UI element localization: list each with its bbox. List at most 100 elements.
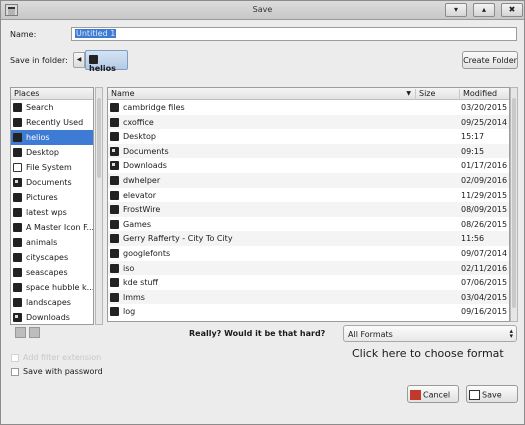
- place-recently-used[interactable]: Recently Used: [11, 115, 93, 130]
- select-arrows-icon: ▴ ▾: [509, 327, 513, 340]
- clock-icon: [13, 118, 22, 127]
- places-panel: Places Search Recently Used helios Deskt…: [10, 87, 94, 325]
- checkbox-box: [11, 353, 19, 362]
- create-folder-button[interactable]: Create Folder: [462, 51, 518, 69]
- checkbox-box: [11, 367, 19, 376]
- file-row[interactable]: kde stuff 07/06/2015: [108, 275, 509, 290]
- place-cityscapes[interactable]: cityscapes: [11, 250, 93, 265]
- folder-icon: [110, 248, 119, 258]
- file-list-scrollbar[interactable]: [510, 87, 518, 322]
- minimize-button[interactable]: ▾: [445, 3, 467, 17]
- file-row[interactable]: iso 02/11/2016: [108, 260, 509, 276]
- folder-icon: [13, 283, 22, 292]
- path-back-button[interactable]: ◀: [73, 52, 85, 68]
- name-label: Name:: [10, 30, 37, 39]
- drive-icon: [13, 163, 22, 172]
- close-button[interactable]: ✖: [501, 3, 523, 17]
- place-tools: [15, 327, 43, 340]
- save-dialog-window: Save ▾ ▴ ✖ Name: Untitled 1 Save in fold…: [0, 0, 525, 425]
- home-folder-icon: [89, 55, 98, 64]
- format-select-value: All Formats: [348, 330, 393, 339]
- filename-selected-text: Untitled 1: [75, 29, 117, 38]
- save-button[interactable]: Save: [466, 385, 518, 403]
- add-bookmark-icon[interactable]: [15, 327, 26, 338]
- places-scrollbar[interactable]: [95, 87, 103, 325]
- place-helios[interactable]: helios: [11, 130, 93, 145]
- prompt-text: Really? Would it be that hard?: [189, 329, 326, 338]
- place-documents[interactable]: Documents: [11, 175, 93, 190]
- folder-icon: [13, 298, 22, 307]
- file-row[interactable]: googlefonts 09/07/2014: [108, 246, 509, 261]
- file-row[interactable]: Downloads 01/17/2016: [108, 158, 509, 173]
- folder-icon: [110, 205, 119, 215]
- file-row[interactable]: Gerry Rafferty - City To City 11:56: [108, 231, 509, 246]
- file-row[interactable]: elevator 11/29/2015: [108, 188, 509, 203]
- home-folder-icon: [13, 133, 22, 142]
- sort-arrow-icon: ▼: [406, 90, 411, 97]
- file-list: Name ▼ Size Modified cambridge files 03/20…: [107, 87, 510, 322]
- desktop-folder-icon: [110, 132, 119, 142]
- save-in-label: Save in folder:: [10, 56, 68, 65]
- file-row[interactable]: dwhelper 02/09/2016: [108, 172, 509, 188]
- save-password-checkbox[interactable]: Save with password: [11, 367, 103, 376]
- places-scroll-thumb[interactable]: [97, 98, 101, 178]
- folder-icon: [13, 193, 22, 202]
- place-master-icon[interactable]: A Master Icon F...: [11, 220, 93, 235]
- folder-icon: [110, 117, 119, 127]
- save-icon: [469, 390, 480, 400]
- folder-icon: [110, 190, 119, 200]
- place-latest-wps[interactable]: latest wps: [11, 205, 93, 220]
- file-row[interactable]: cxoffice 09/25/2014: [108, 114, 509, 130]
- column-size[interactable]: Size: [415, 89, 459, 100]
- folder-icon: [110, 219, 119, 229]
- downloads-folder-icon: [110, 161, 119, 171]
- folder-icon: [110, 278, 119, 288]
- search-icon: [13, 103, 22, 112]
- desktop-icon: [13, 148, 22, 157]
- folder-icon: [110, 307, 119, 317]
- folder-icon: [110, 234, 119, 244]
- column-modified[interactable]: Modified: [459, 89, 509, 100]
- file-row[interactable]: Desktop 15:17: [108, 129, 509, 144]
- file-row[interactable]: Games 08/26/2015: [108, 217, 509, 232]
- place-seascapes[interactable]: seascapes: [11, 265, 93, 280]
- place-landscapes[interactable]: landscapes: [11, 295, 93, 310]
- folder-icon: [110, 292, 119, 302]
- current-folder-label: helios: [89, 64, 116, 73]
- place-search[interactable]: Search: [11, 100, 93, 115]
- folder-icon: [13, 253, 22, 262]
- place-downloads[interactable]: Downloads: [11, 310, 93, 324]
- place-space-hubble[interactable]: space hubble k...: [11, 280, 93, 295]
- file-list-header: Name ▼ Size Modified: [108, 88, 509, 100]
- file-row[interactable]: log 09/16/2015: [108, 304, 509, 319]
- file-row[interactable]: lmms 03/04/2015: [108, 289, 509, 305]
- file-rows: cambridge files 03/20/2015 cxoffice 09/25/…: [108, 100, 509, 319]
- format-hint: Click here to choose format: [352, 347, 504, 360]
- cancel-icon: [410, 390, 421, 400]
- folder-icon: [110, 103, 119, 112]
- filename-input[interactable]: Untitled 1: [71, 27, 517, 41]
- cancel-button[interactable]: Cancel: [407, 385, 459, 403]
- folder-icon: [13, 208, 22, 217]
- places-header[interactable]: Places: [11, 88, 93, 100]
- maximize-button[interactable]: ▴: [473, 3, 495, 17]
- folder-icon: [13, 223, 22, 232]
- folder-icon: [110, 263, 119, 273]
- file-row[interactable]: Documents 09:15: [108, 143, 509, 159]
- place-desktop[interactable]: Desktop: [11, 145, 93, 160]
- place-pictures[interactable]: Pictures: [11, 190, 93, 205]
- remove-bookmark-icon[interactable]: [29, 327, 40, 338]
- file-row[interactable]: FrostWire 08/09/2015: [108, 202, 509, 217]
- folder-icon: [13, 313, 22, 322]
- column-name[interactable]: Name ▼: [108, 89, 415, 100]
- current-folder-button[interactable]: helios: [85, 50, 128, 73]
- folder-icon: [110, 175, 119, 185]
- title-bar[interactable]: Save ▾ ▴ ✖: [1, 1, 524, 20]
- place-file-system[interactable]: File System: [11, 160, 93, 175]
- file-list-scroll-thumb[interactable]: [512, 98, 516, 308]
- format-select[interactable]: All Formats ▴ ▾: [343, 325, 517, 342]
- folder-icon: [13, 268, 22, 277]
- file-row[interactable]: cambridge files 03/20/2015: [108, 100, 509, 115]
- add-filter-checkbox[interactable]: Add filter extension: [11, 353, 101, 362]
- place-animals[interactable]: animals: [11, 235, 93, 250]
